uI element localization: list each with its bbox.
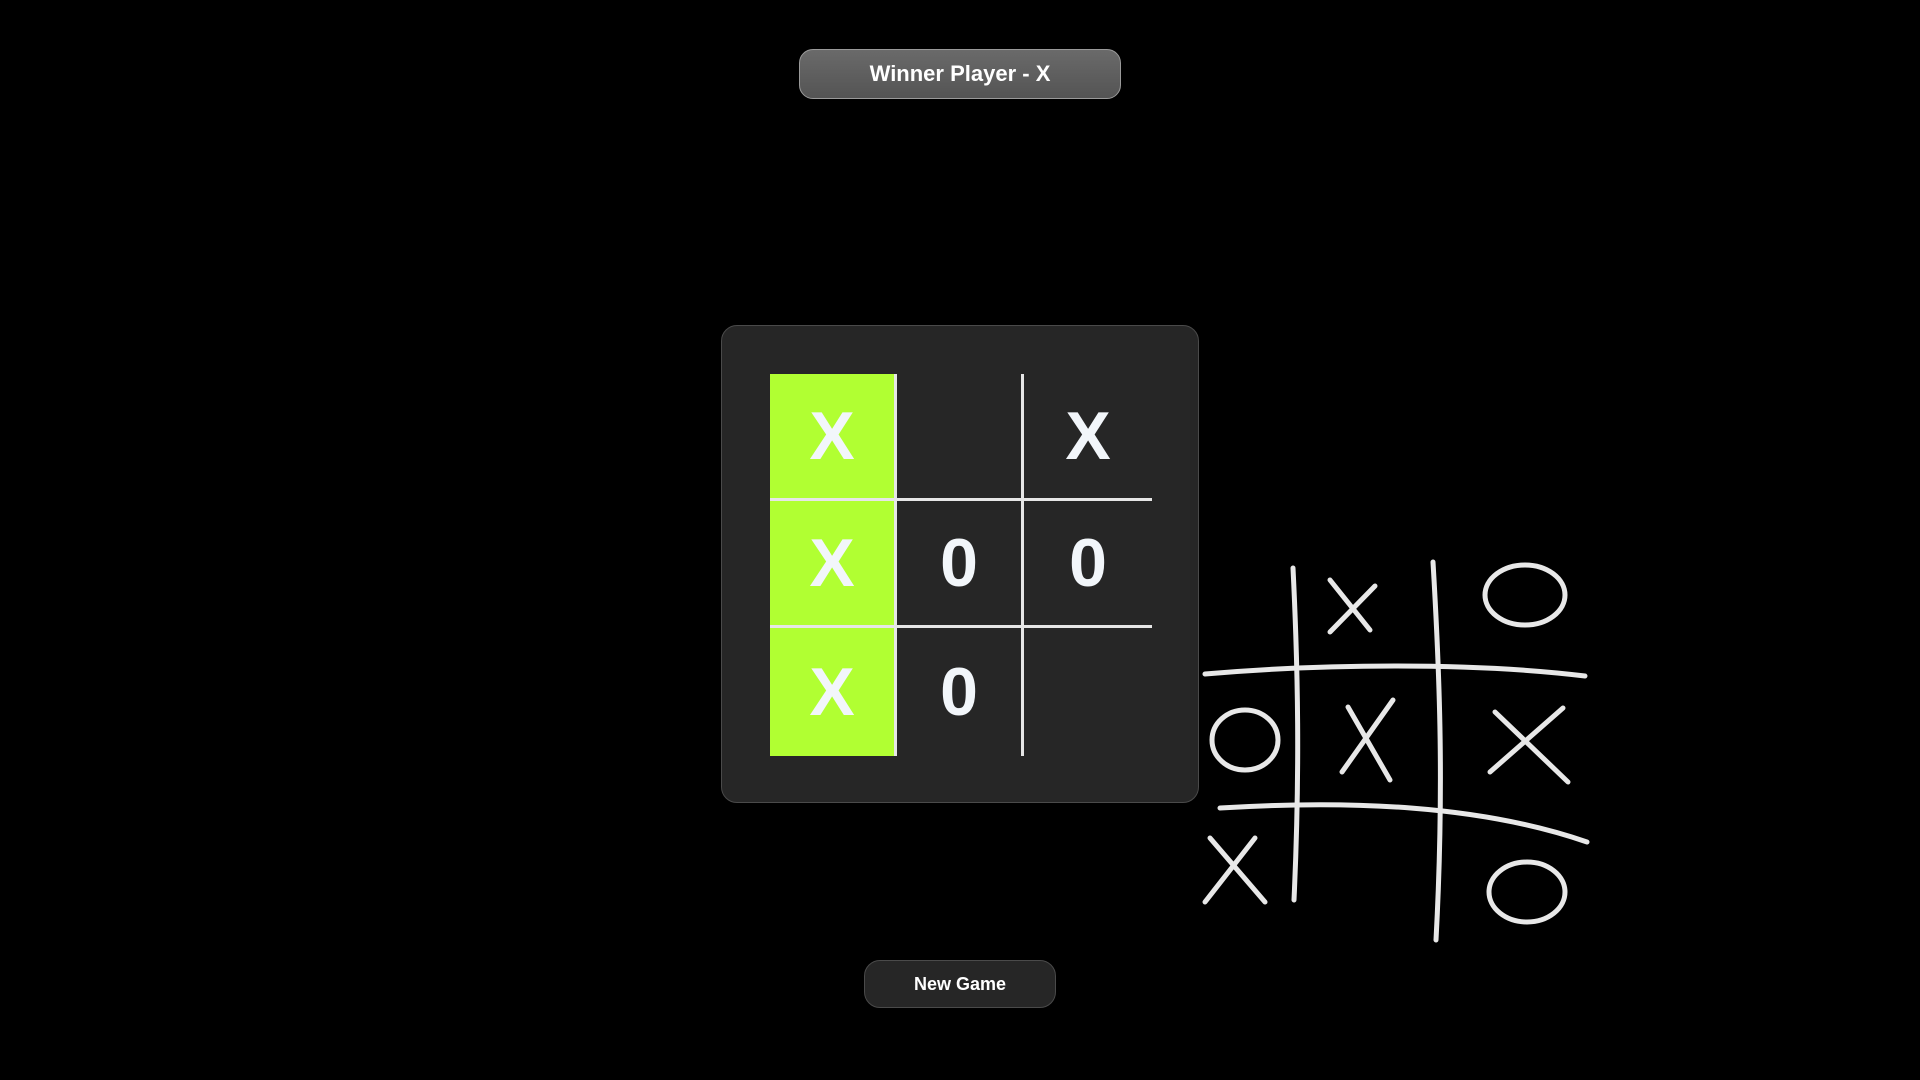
board-cell-1-1[interactable]: X bbox=[770, 374, 897, 501]
game-screen: Winner Player - X X X X 0 0 X 0 New Game bbox=[0, 0, 1920, 1080]
new-game-label: New Game bbox=[913, 973, 1007, 994]
winner-banner: Winner Player - X bbox=[799, 49, 1121, 99]
board-panel: X X X 0 0 X 0 bbox=[721, 325, 1199, 803]
board-cell-3-1[interactable]: X bbox=[770, 628, 897, 756]
winner-text: Winner Player - X bbox=[869, 61, 1051, 86]
board-cell-1-3[interactable]: X bbox=[1024, 374, 1152, 501]
board-cell-3-3[interactable] bbox=[1024, 628, 1152, 756]
board-cell-1-2[interactable] bbox=[897, 374, 1024, 501]
board-cell-2-3[interactable]: 0 bbox=[1024, 501, 1152, 628]
board-cell-2-2[interactable]: 0 bbox=[897, 501, 1024, 628]
new-game-button[interactable]: New Game bbox=[864, 960, 1056, 1008]
tic-tac-toe-doodle-icon bbox=[1190, 550, 1610, 950]
board-cell-2-1[interactable]: X bbox=[770, 501, 897, 628]
game-board: X X X 0 0 X 0 bbox=[770, 374, 1152, 756]
board-cell-3-2[interactable]: 0 bbox=[897, 628, 1024, 756]
